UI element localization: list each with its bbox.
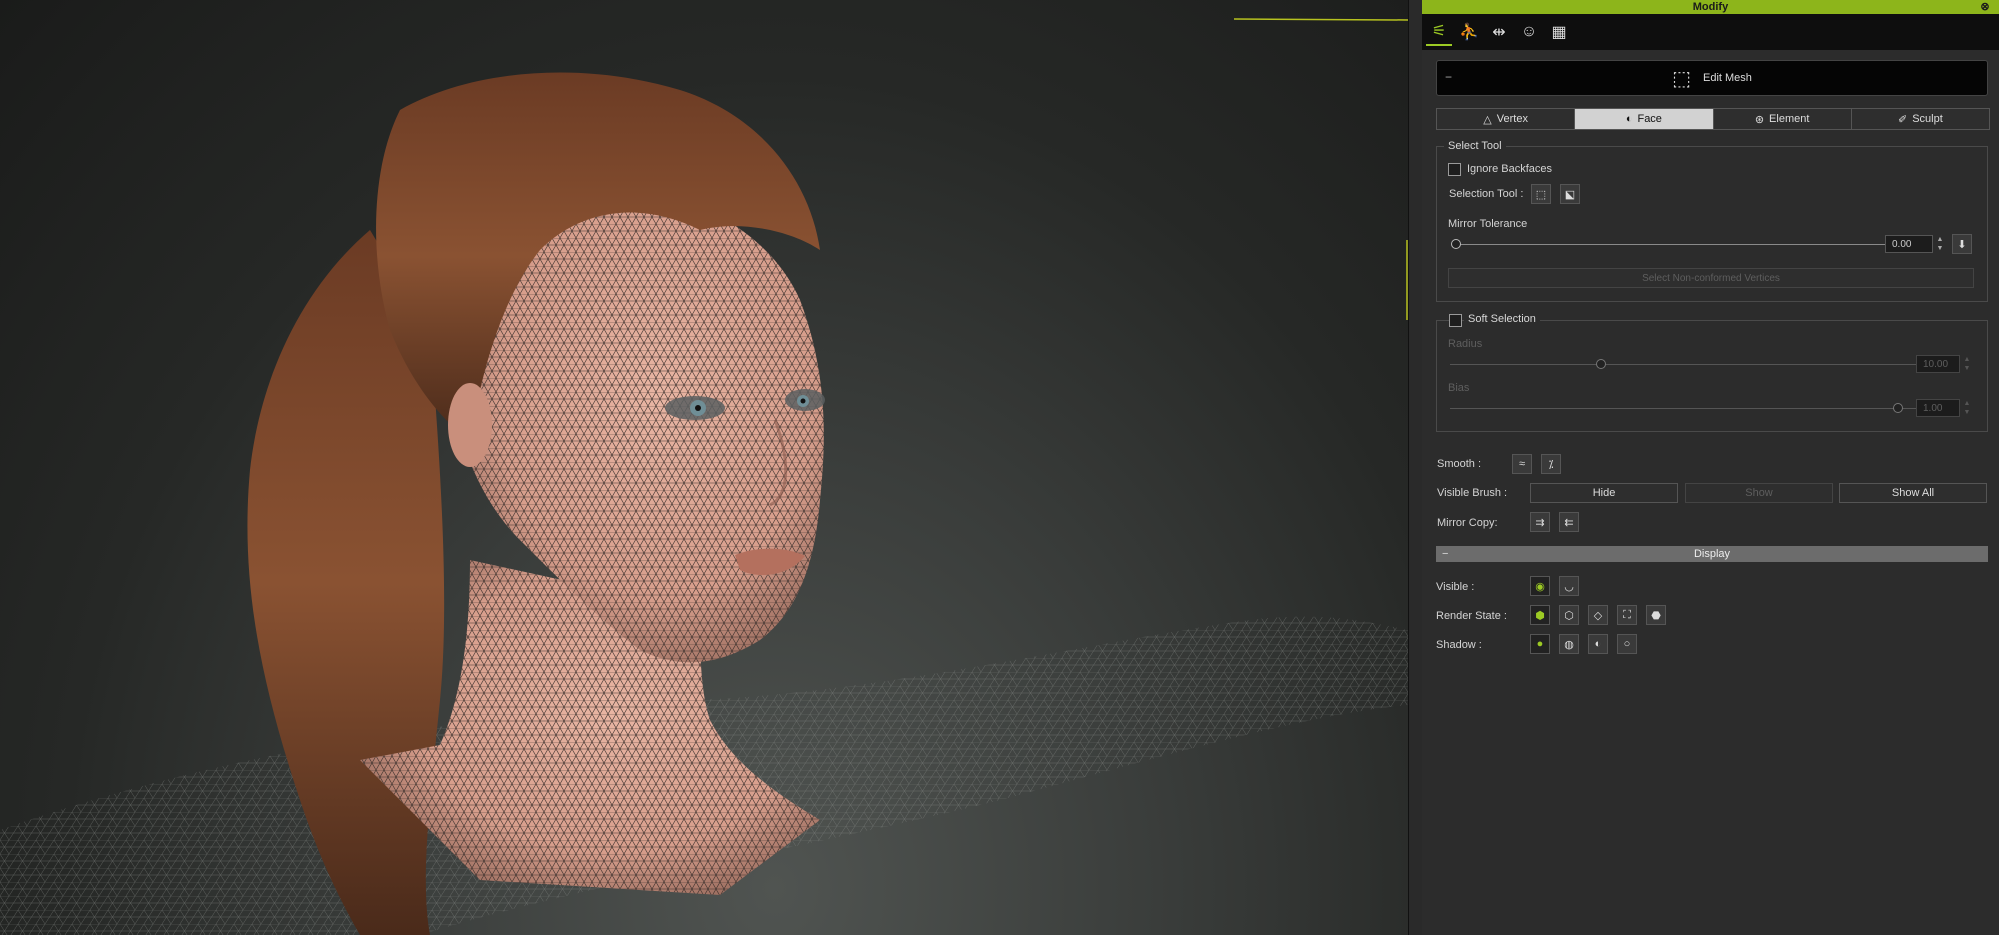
mirror-tolerance-input[interactable]: 0.00: [1885, 235, 1933, 253]
selection-mode-tabs: △ Vertex ◐ Face ⊛ Element ✐ Sculpt: [1436, 108, 1990, 130]
render-state-label: Render State :: [1436, 610, 1507, 622]
viewport-scene: [0, 18, 1408, 935]
display-title: Display: [1693, 548, 1731, 560]
ignore-backfaces-label: Ignore Backfaces: [1467, 163, 1552, 175]
download-arrow-icon[interactable]: ⬇: [1952, 234, 1972, 254]
sliders-icon[interactable]: ⚟: [1426, 18, 1452, 46]
texture-checker-icon[interactable]: ▦: [1546, 19, 1572, 45]
eye-hidden-icon[interactable]: ◡: [1559, 576, 1579, 596]
radius-slider[interactable]: [1450, 364, 1926, 365]
face-icon: ◐: [1625, 113, 1633, 125]
panel-title: Modify: [1692, 1, 1729, 13]
wire-cube-icon[interactable]: ◇: [1588, 605, 1608, 625]
shadow-off-icon[interactable]: ○: [1617, 634, 1637, 654]
eye-visible-icon[interactable]: ◉: [1530, 576, 1550, 596]
shadow-label: Shadow :: [1436, 639, 1482, 651]
bias-label: Bias: [1448, 382, 1470, 394]
hide-button[interactable]: Hide: [1530, 483, 1678, 503]
rect-select-icon[interactable]: ⬚: [1531, 184, 1551, 204]
tab-element[interactable]: ⊛ Element: [1713, 109, 1852, 129]
radius-input[interactable]: 10.00: [1916, 355, 1960, 373]
edit-mesh-label: Edit Mesh: [1702, 72, 1752, 84]
mirror-copy-label: Mirror Copy:: [1437, 517, 1498, 529]
shadow-on-icon[interactable]: ●: [1530, 634, 1550, 654]
mirror-right-icon[interactable]: ⇉: [1530, 512, 1550, 532]
faceted-cube-icon[interactable]: ⬡: [1559, 605, 1579, 625]
mirror-tolerance-slider[interactable]: [1452, 244, 1904, 245]
edit-mesh-icon: ⬚: [1672, 67, 1691, 90]
radius-knob[interactable]: [1596, 359, 1606, 369]
lasso-select-icon[interactable]: ⬕: [1560, 184, 1580, 204]
collapse-icon[interactable]: −: [1445, 70, 1452, 84]
panel-splitter[interactable]: [1408, 0, 1423, 935]
sculpt-icon: ✐: [1897, 113, 1908, 126]
mirror-tolerance-label: Mirror Tolerance: [1448, 218, 1528, 230]
3d-viewport[interactable]: [0, 0, 1408, 935]
tab-face-label: Face: [1637, 113, 1662, 125]
shaded-cube-icon[interactable]: ⬢: [1530, 605, 1550, 625]
radius-label: Radius: [1448, 338, 1483, 350]
soft-selection-group: [1436, 320, 1988, 432]
tab-face[interactable]: ◐ Face: [1575, 109, 1714, 129]
xray-icon[interactable]: ⬣: [1646, 605, 1666, 625]
mirror-tolerance-spinner[interactable]: ▲ ▼: [1935, 235, 1945, 253]
tab-vertex[interactable]: △ Vertex: [1437, 109, 1576, 129]
bounding-box-icon[interactable]: ⛶: [1617, 605, 1637, 625]
face-morph-icon[interactable]: ☺: [1516, 19, 1542, 45]
display-section-header[interactable]: − Display: [1436, 546, 1988, 562]
show-button[interactable]: Show: [1685, 483, 1833, 503]
smooth-icon[interactable]: ≈: [1512, 454, 1532, 474]
smooth-label: Smooth :: [1437, 458, 1482, 470]
panel-toolbar: ⚟ ⛹ ⇹ ☺ ▦: [1422, 14, 1999, 50]
bias-slider[interactable]: [1450, 408, 1926, 409]
tab-sculpt-label: Sculpt: [1912, 113, 1943, 125]
ignore-backfaces-checkbox[interactable]: [1448, 163, 1461, 176]
show-all-button[interactable]: Show All: [1839, 483, 1987, 503]
radius-spinner[interactable]: ▲ ▼: [1962, 355, 1972, 373]
selection-tool-label: Selection Tool :: [1449, 188, 1524, 200]
shadow-half-icon[interactable]: ◐: [1588, 634, 1608, 654]
bias-spinner[interactable]: ▲ ▼: [1962, 399, 1972, 417]
close-icon[interactable]: ⊗: [1979, 0, 1991, 14]
collapse-icon[interactable]: −: [1442, 546, 1448, 562]
tab-element-label: Element: [1769, 113, 1810, 125]
panel-titlebar: Modify ⊗: [1422, 0, 1999, 14]
tab-sculpt[interactable]: ✐ Sculpt: [1851, 109, 1989, 129]
modify-panel: Modify ⊗ ⚟ ⛹ ⇹ ☺ ▦ − ⬚ Edit Mesh △ Verte…: [1422, 0, 1999, 935]
mirror-left-icon[interactable]: ⇇: [1559, 512, 1579, 532]
soft-selection-legend: Soft Selection: [1464, 313, 1540, 325]
relax-icon[interactable]: ⁒: [1541, 454, 1561, 474]
pose-icon[interactable]: ⛹: [1456, 19, 1482, 45]
visible-brush-label: Visible Brush :: [1437, 487, 1508, 499]
soft-selection-checkbox[interactable]: [1449, 314, 1462, 327]
shadow-soft-icon[interactable]: ◍: [1559, 634, 1579, 654]
select-tool-legend: Select Tool: [1444, 140, 1506, 152]
select-non-conformed-button[interactable]: Select Non-conformed Vertices: [1448, 268, 1974, 288]
morph-icon[interactable]: ⇹: [1486, 19, 1512, 45]
mirror-tolerance-knob[interactable]: [1451, 239, 1461, 249]
visible-label: Visible :: [1436, 581, 1475, 593]
bias-input[interactable]: 1.00: [1916, 399, 1960, 417]
vertex-icon: △: [1483, 113, 1492, 126]
bias-knob[interactable]: [1893, 403, 1903, 413]
tab-vertex-label: Vertex: [1496, 113, 1528, 125]
element-icon: ⊛: [1754, 113, 1765, 126]
edit-mesh-button[interactable]: − ⬚ Edit Mesh: [1436, 60, 1988, 96]
